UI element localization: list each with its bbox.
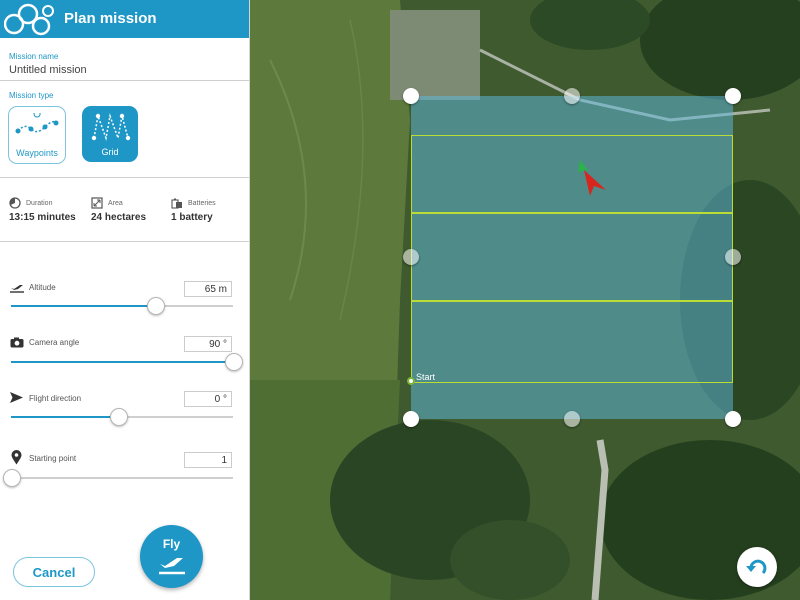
send-arrow-icon [10, 392, 23, 403]
start-point-marker[interactable] [407, 377, 415, 385]
cancel-button[interactable]: Cancel [13, 557, 95, 587]
flight-grid-row [411, 135, 733, 213]
altitude-input[interactable]: 65 m [184, 281, 232, 297]
area-value: 24 hectares [91, 212, 147, 223]
camera-angle-slider[interactable] [11, 353, 243, 371]
area-label: Area [108, 200, 123, 207]
fly-button[interactable]: Fly [140, 525, 203, 588]
starting-point-label: Starting point [29, 454, 77, 463]
app-window: Plan mission Mission name Untitled missi… [0, 0, 800, 600]
corner-handle[interactable] [725, 411, 741, 427]
starting-point-slider[interactable] [3, 469, 233, 487]
drone-position-icon [578, 160, 606, 196]
edge-handle[interactable] [725, 249, 741, 265]
grid-type-label: Grid [101, 147, 119, 157]
flight-direction-input[interactable]: 0 ° [184, 391, 232, 407]
flight-grid-row [411, 301, 733, 383]
clock-icon [9, 197, 21, 209]
flight-direction-label: Flight direction [29, 394, 82, 403]
flight-direction-slider-fill [11, 416, 118, 418]
waypoints-type-button[interactable]: Waypoints [8, 106, 66, 164]
flight-direction-slider[interactable] [11, 408, 233, 426]
mission-name-field[interactable]: Untitled mission [9, 64, 87, 76]
divider [0, 80, 249, 81]
waypoints-type-label: Waypoints [16, 148, 58, 158]
duration-value: 13:15 minutes [9, 212, 76, 223]
camera-angle-input[interactable]: 90 ° [184, 336, 232, 352]
starting-point-slider-thumb[interactable] [3, 469, 21, 487]
start-label: Start [416, 372, 436, 382]
header-bar: Plan mission [0, 0, 249, 38]
duration-label: Duration [26, 200, 53, 207]
corner-handle[interactable] [403, 411, 419, 427]
edge-handle[interactable] [564, 411, 580, 427]
logo-icon [4, 3, 54, 36]
batteries-label: Batteries [188, 200, 216, 207]
airplane-takeoff-icon [159, 558, 185, 575]
area-icon [91, 197, 103, 209]
waypoints-path-icon [15, 113, 59, 134]
batteries-value: 1 battery [171, 212, 213, 223]
airplane-takeoff-icon [10, 285, 24, 293]
location-pin-icon [11, 450, 22, 465]
mission-type-label: Mission type [9, 91, 54, 100]
grid-path-icon [91, 113, 131, 141]
undo-icon [746, 559, 767, 575]
flight-grid-row [411, 213, 733, 301]
altitude-slider-thumb[interactable] [147, 297, 166, 315]
camera-angle-slider-fill [11, 361, 233, 363]
altitude-slider-fill [11, 305, 156, 307]
edge-handle[interactable] [403, 249, 419, 265]
page-title: Plan mission [64, 10, 157, 27]
divider [0, 177, 249, 178]
fly-label: Fly [162, 537, 181, 551]
altitude-slider[interactable] [11, 297, 233, 315]
camera-icon [10, 337, 24, 348]
starting-point-input[interactable]: 1 [184, 452, 232, 468]
altitude-label: Altitude [29, 283, 56, 292]
satellite-map[interactable]: Start [250, 0, 800, 600]
corner-handle[interactable] [403, 88, 419, 104]
camera-angle-label: Camera angle [29, 338, 80, 347]
divider [0, 241, 249, 242]
grid-type-button[interactable]: Grid [82, 106, 138, 162]
corner-handle[interactable] [725, 88, 741, 104]
battery-icon [171, 198, 182, 209]
flight-direction-slider-thumb[interactable] [109, 408, 128, 426]
undo-button[interactable] [737, 547, 777, 587]
camera-angle-slider-thumb[interactable] [225, 353, 243, 371]
mission-name-label: Mission name [9, 52, 59, 61]
edge-handle[interactable] [564, 88, 580, 104]
mission-panel: Plan mission Mission name Untitled missi… [0, 0, 250, 600]
